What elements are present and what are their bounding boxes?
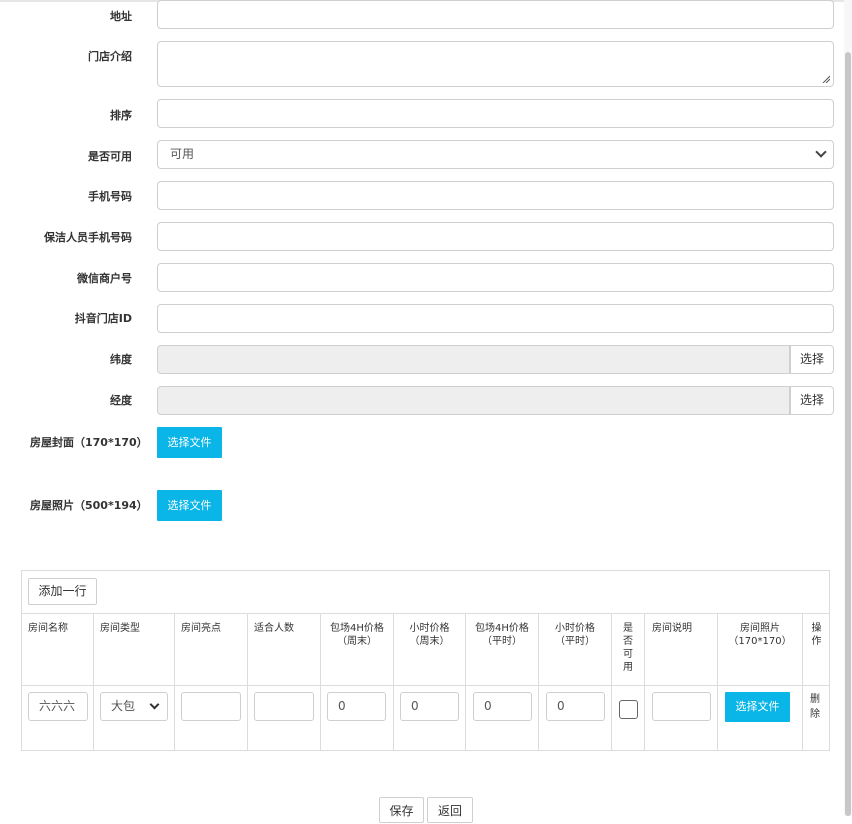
intro-label: 门店介绍 <box>12 48 132 64</box>
phone-input[interactable] <box>157 181 834 210</box>
col-header-weekday-hourly: 小时价格 （平时） <box>539 622 611 648</box>
column-divider <box>93 613 94 750</box>
wechat-merchant-label: 微信商户号 <box>12 270 132 286</box>
weekday-4h-price-input[interactable]: 0 <box>473 692 532 721</box>
cleaner-phone-input[interactable] <box>157 222 834 251</box>
room-name-input[interactable]: 六六六 <box>28 692 88 721</box>
col-header-weekend-4h: 包场4H价格 （周末） <box>321 622 393 648</box>
col-header-weekday-4h: 包场4H价格 （平时） <box>466 622 538 648</box>
column-divider <box>644 613 645 750</box>
room-photo-choose-file-button[interactable]: 选择文件 <box>725 692 790 722</box>
weekend-4h-price-input[interactable]: 0 <box>327 692 386 721</box>
weekday-hourly-price-input[interactable]: 0 <box>546 692 605 721</box>
latitude-select-button[interactable]: 选择 <box>790 345 834 374</box>
longitude-select-button[interactable]: 选择 <box>790 386 834 415</box>
wechat-merchant-input[interactable] <box>157 263 834 292</box>
room-capacity-input[interactable] <box>254 692 314 721</box>
col-header-room-type: 房间类型 <box>100 622 140 635</box>
room-description-input[interactable] <box>652 692 711 721</box>
scrollbar-thumb[interactable] <box>845 52 851 816</box>
col-header-action: 操 作 <box>803 622 830 648</box>
cleaner-phone-label: 保洁人员手机号码 <box>12 229 132 245</box>
col-header-room-name: 房间名称 <box>28 622 68 635</box>
intro-textarea[interactable] <box>157 41 834 87</box>
sort-input[interactable] <box>157 99 834 128</box>
douyin-id-input[interactable] <box>157 304 834 333</box>
douyin-id-label: 抖音门店ID <box>12 310 132 326</box>
available-label: 是否可用 <box>12 148 132 164</box>
add-row-button[interactable]: 添加一行 <box>28 578 97 605</box>
col-header-photo: 房间照片 （170*170） <box>718 622 802 648</box>
resize-grip-icon[interactable] <box>822 75 830 83</box>
photos-choose-file-button[interactable]: 选择文件 <box>157 490 222 521</box>
longitude-label: 经度 <box>12 392 132 408</box>
col-header-available: 是 否 可 用 <box>612 622 644 674</box>
col-header-description: 房间说明 <box>652 622 692 635</box>
weekend-hourly-price-input[interactable]: 0 <box>400 692 459 721</box>
latitude-input <box>157 345 790 374</box>
chevron-down-icon <box>150 700 160 710</box>
available-select[interactable]: 可用 <box>157 140 834 169</box>
delete-row-link[interactable]: 删 除 <box>810 692 822 722</box>
col-header-weekend-hourly: 小时价格 （周末） <box>394 622 465 648</box>
cover-choose-file-button[interactable]: 选择文件 <box>157 427 222 458</box>
col-header-highlight: 房间亮点 <box>181 622 221 635</box>
latitude-label: 纬度 <box>12 351 132 367</box>
chevron-down-icon <box>815 146 826 157</box>
room-available-checkbox[interactable] <box>619 700 638 719</box>
column-divider <box>174 613 175 750</box>
cover-label: 房屋封面（170*170） <box>30 434 148 450</box>
room-highlight-input[interactable] <box>181 692 241 721</box>
photos-label: 房屋照片（500*194） <box>30 497 148 513</box>
address-label: 地址 <box>12 8 132 24</box>
room-table <box>21 570 830 751</box>
table-divider <box>22 685 829 686</box>
phone-label: 手机号码 <box>12 188 132 204</box>
address-input[interactable] <box>157 0 834 29</box>
back-button[interactable]: 返回 <box>427 797 473 823</box>
save-button[interactable]: 保存 <box>379 797 424 823</box>
available-select-value: 可用 <box>170 147 194 161</box>
longitude-input <box>157 386 790 415</box>
col-header-capacity: 适合人数 <box>254 622 294 635</box>
column-divider <box>247 613 248 750</box>
table-divider <box>22 613 829 614</box>
room-type-select[interactable]: 大包 <box>100 692 168 721</box>
sort-label: 排序 <box>12 107 132 123</box>
